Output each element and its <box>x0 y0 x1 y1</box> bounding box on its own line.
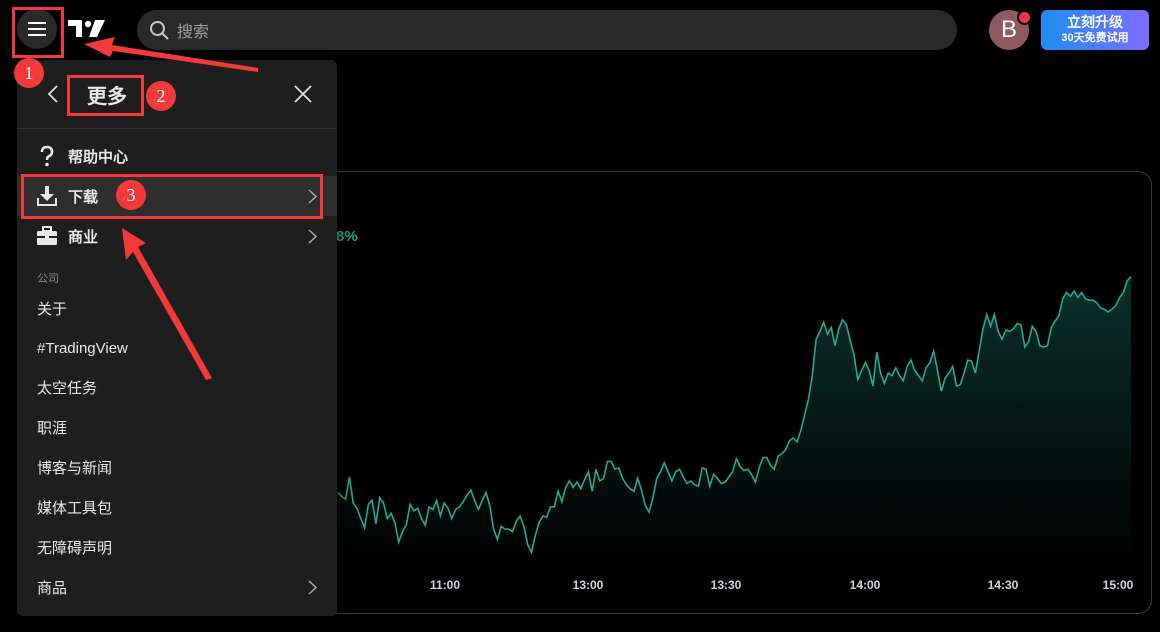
section-label-company: 公司 <box>37 273 59 285</box>
menu-item-space-mission[interactable]: 太空任务 <box>17 367 337 407</box>
menu-item-about[interactable]: 关于 <box>17 288 337 328</box>
menu-item-label: 太空任务 <box>37 379 98 397</box>
menu-item-label: 商业 <box>68 228 99 246</box>
annotation-box-1 <box>12 7 64 58</box>
menu-item-merch[interactable]: 商品 <box>17 567 337 607</box>
chevron-right-icon <box>308 229 317 244</box>
close-icon[interactable] <box>293 84 313 104</box>
x-tick-label: 14:00 <box>850 578 881 592</box>
menu-header: 更多 <box>17 60 337 129</box>
back-icon[interactable] <box>45 83 61 105</box>
menu-item-label: 帮助中心 <box>68 148 129 166</box>
menu-item-label: 职涯 <box>37 419 68 437</box>
help-icon <box>40 145 54 167</box>
menu-item-label: 媒体工具包 <box>37 499 113 517</box>
more-menu-panel: 更多 帮助中心 下载 商业 公司 关于 #TradingView 太空任务 职涯… <box>17 60 337 616</box>
annotation-badge-2: 2 <box>146 81 176 111</box>
menu-item-help-center[interactable]: 帮助中心 <box>17 136 337 176</box>
menu-item-media-kit[interactable]: 媒体工具包 <box>17 487 337 527</box>
menu-item-accessibility[interactable]: 无障碍声明 <box>17 527 337 567</box>
annotation-badge-3: 3 <box>116 180 146 210</box>
annotation-box-2 <box>67 75 144 116</box>
menu-item-label: #TradingView <box>37 339 128 357</box>
x-tick-label: 11:00 <box>430 578 460 592</box>
menu-item-blog-news[interactable]: 博客与新闻 <box>17 447 337 487</box>
briefcase-icon <box>37 226 57 245</box>
menu-item-label: 无障碍声明 <box>37 539 113 557</box>
menu-item-label: 商品 <box>37 579 68 597</box>
chevron-right-icon <box>308 580 317 595</box>
menu-item-label: 博客与新闻 <box>37 459 113 477</box>
x-tick-label: 13:00 <box>573 578 604 592</box>
annotation-box-3 <box>21 174 323 219</box>
menu-item-label: 关于 <box>37 300 68 318</box>
price-area-fill <box>338 276 1131 568</box>
x-tick-label: 14:30 <box>988 578 1019 592</box>
menu-item-careers[interactable]: 职涯 <box>17 407 337 447</box>
annotation-badge-1: 1 <box>14 58 44 88</box>
x-tick-label: 13:30 <box>711 578 742 592</box>
x-tick-label: 15:00 <box>1103 578 1134 592</box>
menu-item-business[interactable]: 商业 <box>17 216 337 256</box>
menu-item-hashtag-tradingview[interactable]: #TradingView <box>17 328 337 368</box>
